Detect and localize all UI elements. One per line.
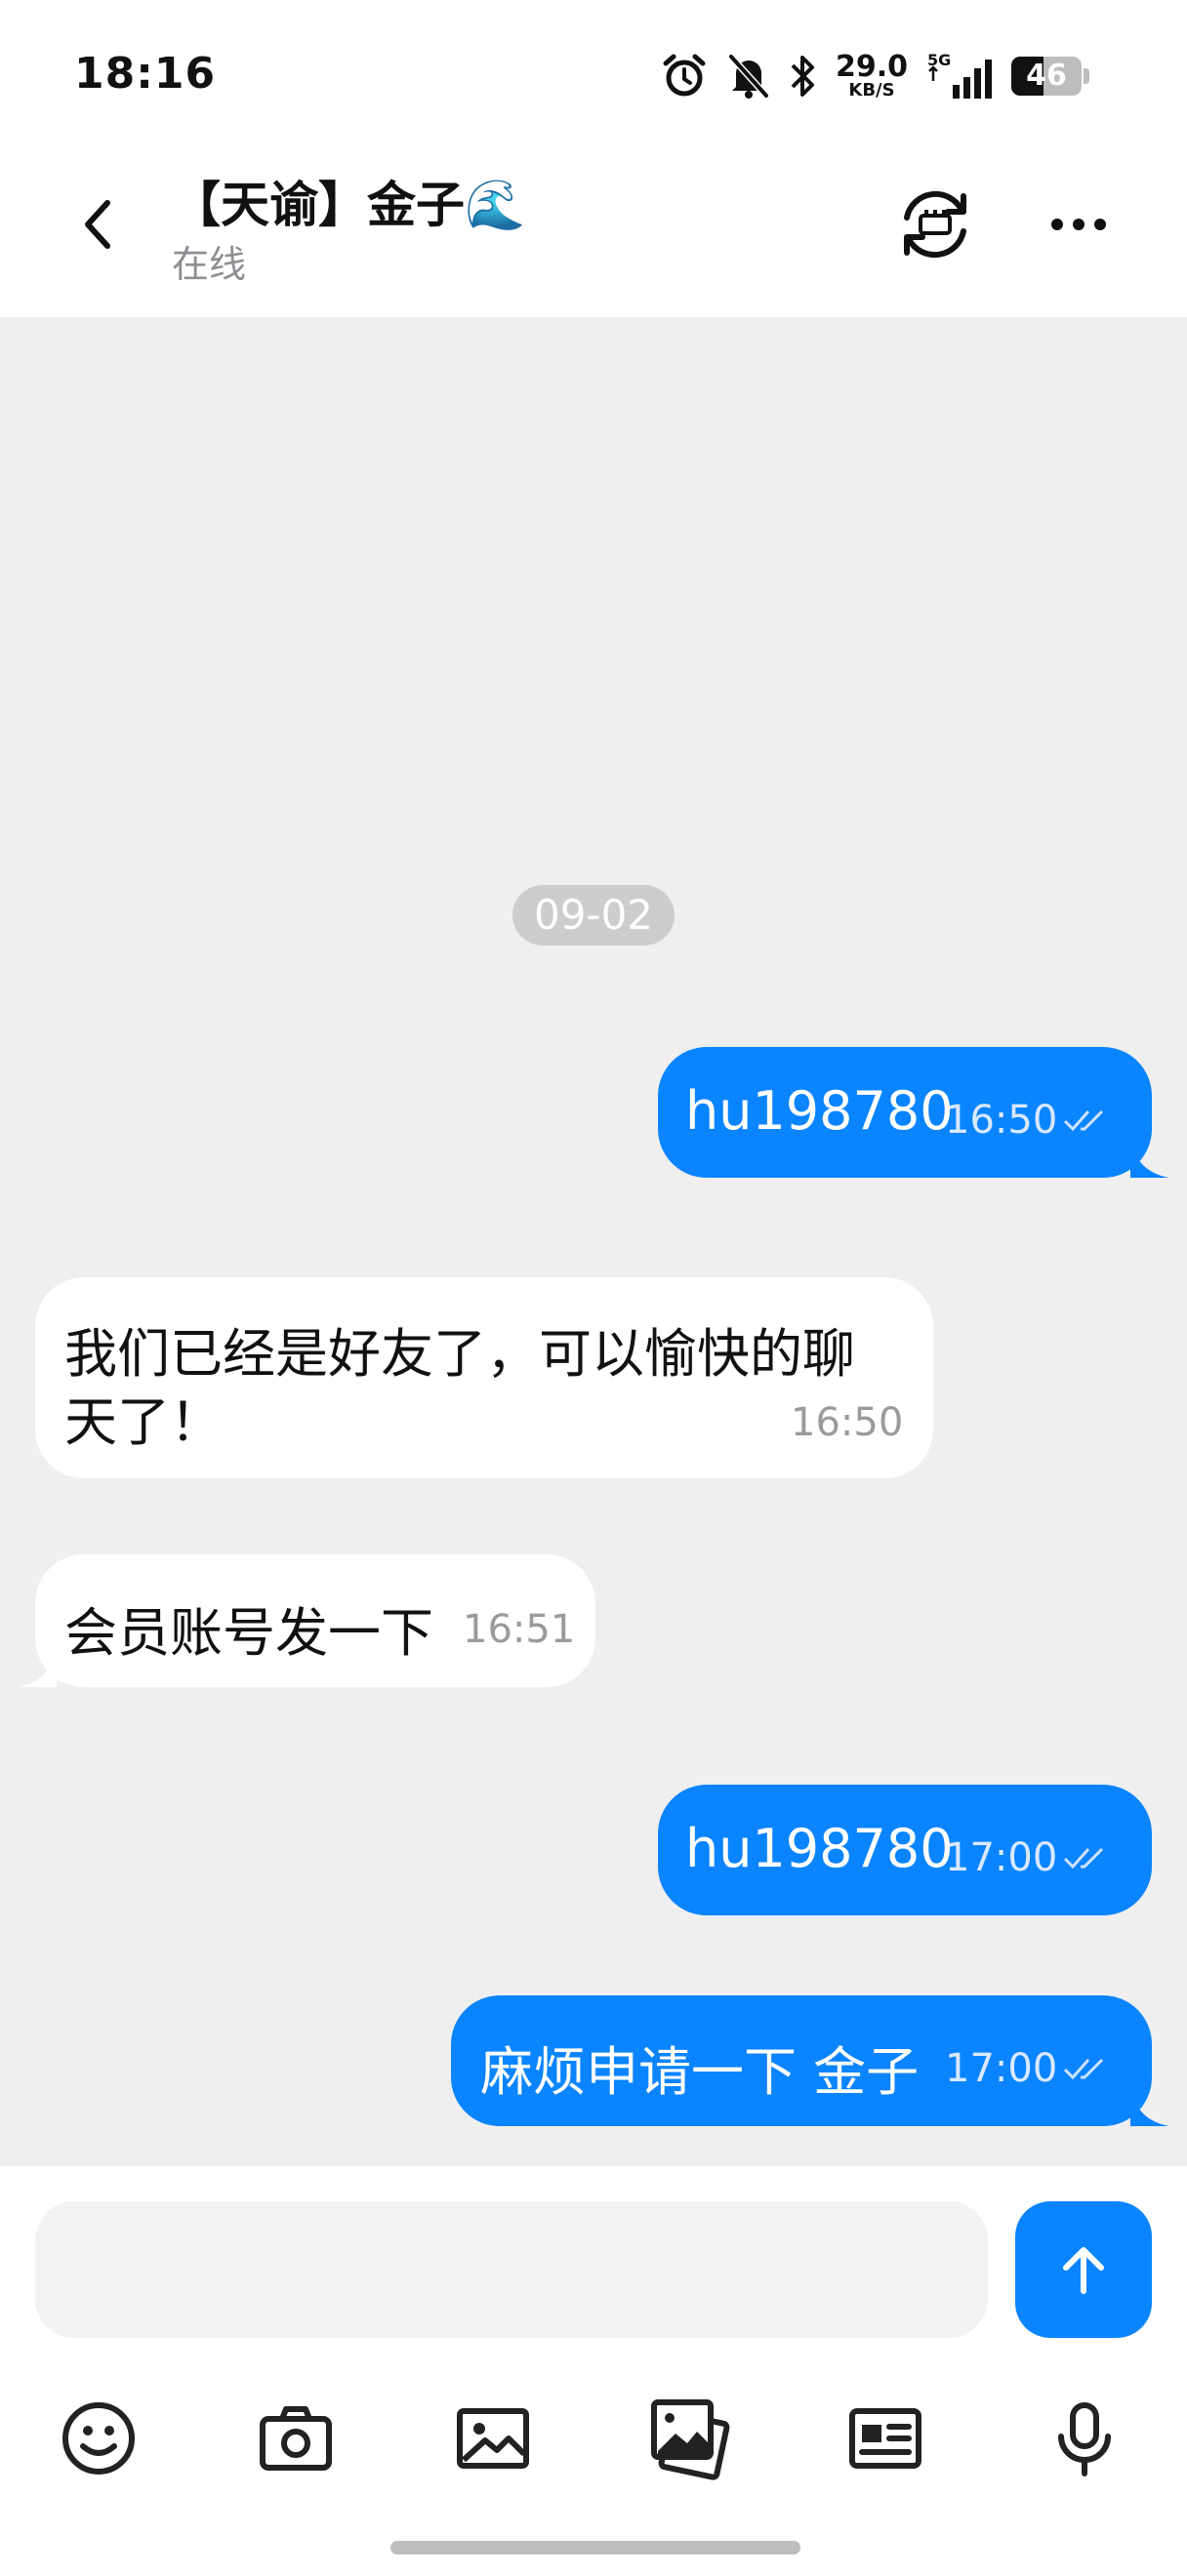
message-outgoing[interactable]: hu198780 16:50 (658, 1047, 1169, 1178)
emoji-icon (62, 2402, 135, 2475)
chat-header: 【天谕】金子🌊 在线 (0, 146, 1187, 317)
message-incoming[interactable]: 会员账号发一下 16:51 (18, 1554, 595, 1687)
message-meta: 16:51 (463, 1607, 575, 1652)
image-icon (457, 2408, 529, 2469)
send-button[interactable] (1015, 2201, 1152, 2338)
mute-bell-icon (728, 54, 769, 99)
message-meta: 16:50 (791, 1400, 903, 1445)
back-arrow-icon (85, 200, 110, 249)
contact-card-button[interactable] (832, 2385, 939, 2492)
sync-icon (904, 190, 966, 259)
message-text: 会员账号发一下 (64, 1602, 433, 1664)
microphone-icon (1058, 2402, 1111, 2476)
net-speed: 29.0 KB/S (835, 50, 908, 101)
signal-icon: 5G (927, 52, 992, 99)
image-button[interactable] (439, 2385, 547, 2492)
message-time: 16:50 (945, 1098, 1058, 1143)
battery-icon: 46 (1011, 57, 1089, 96)
network-label: 5G (927, 52, 951, 69)
voice-button[interactable] (1031, 2385, 1138, 2492)
bluetooth-icon (791, 56, 814, 97)
read-check-icon (1064, 1109, 1104, 1132)
read-check-icon (1064, 2058, 1104, 2080)
more-icon (1051, 219, 1063, 230)
message-text-line-2: 天了！ (64, 1391, 223, 1453)
message-meta: 16:50 (945, 1098, 1112, 1143)
date-separator: 09-02 (512, 885, 675, 946)
message-text-line-1: 我们已经是好友了，可以愉快的聊 (64, 1323, 855, 1385)
camera-button[interactable] (242, 2385, 349, 2492)
home-indicator[interactable] (390, 2541, 800, 2555)
message-outgoing[interactable]: 麻烦申请一下 金子 17:00 (451, 1995, 1169, 2126)
composer (0, 2166, 1187, 2576)
battery-level: 46 (1026, 59, 1067, 93)
gallery-button[interactable] (634, 2385, 742, 2492)
camera-icon (260, 2406, 332, 2471)
message-time: 17:00 (945, 1835, 1058, 1880)
alarm-icon (663, 54, 706, 97)
contact-status: 在线 (172, 243, 247, 286)
message-outgoing[interactable]: hu198780 17:00 (658, 1785, 1152, 1915)
message-meta: 17:00 (945, 1835, 1112, 1880)
status-bar: 18:16 29.0 KB/S 5G 46 (0, 0, 1187, 146)
status-icons: 29.0 KB/S 5G 46 (660, 49, 1089, 103)
more-button[interactable] (1035, 185, 1123, 263)
arrow-up-icon (1063, 2247, 1104, 2294)
message-meta: 17:00 (945, 2046, 1112, 2091)
message-text: 麻烦申请一下 金子 (480, 2041, 920, 2103)
message-time: 17:00 (945, 2046, 1058, 2091)
back-button[interactable] (68, 185, 127, 263)
read-check-icon (1064, 1847, 1104, 1870)
message-text: hu198780 (685, 1080, 954, 1142)
message-list[interactable]: 09-02 hu198780 16:50 我们已经是好友了，可以愉快的聊 天了！… (0, 317, 1187, 2166)
status-time: 18:16 (74, 49, 217, 99)
emoji-button[interactable] (45, 2385, 152, 2492)
message-time: 16:50 (791, 1400, 904, 1445)
gallery-icon (651, 2399, 730, 2480)
sync-button[interactable] (886, 176, 984, 273)
message-text: hu198780 (685, 1818, 954, 1879)
message-time: 16:51 (463, 1607, 576, 1652)
message-incoming[interactable]: 我们已经是好友了，可以愉快的聊 天了！ 16:50 (35, 1277, 933, 1478)
attachment-toolbar (0, 2385, 1187, 2512)
contact-card-icon (849, 2408, 921, 2469)
contact-name: 【天谕】金子🌊 (172, 177, 526, 233)
message-input[interactable] (35, 2201, 988, 2338)
